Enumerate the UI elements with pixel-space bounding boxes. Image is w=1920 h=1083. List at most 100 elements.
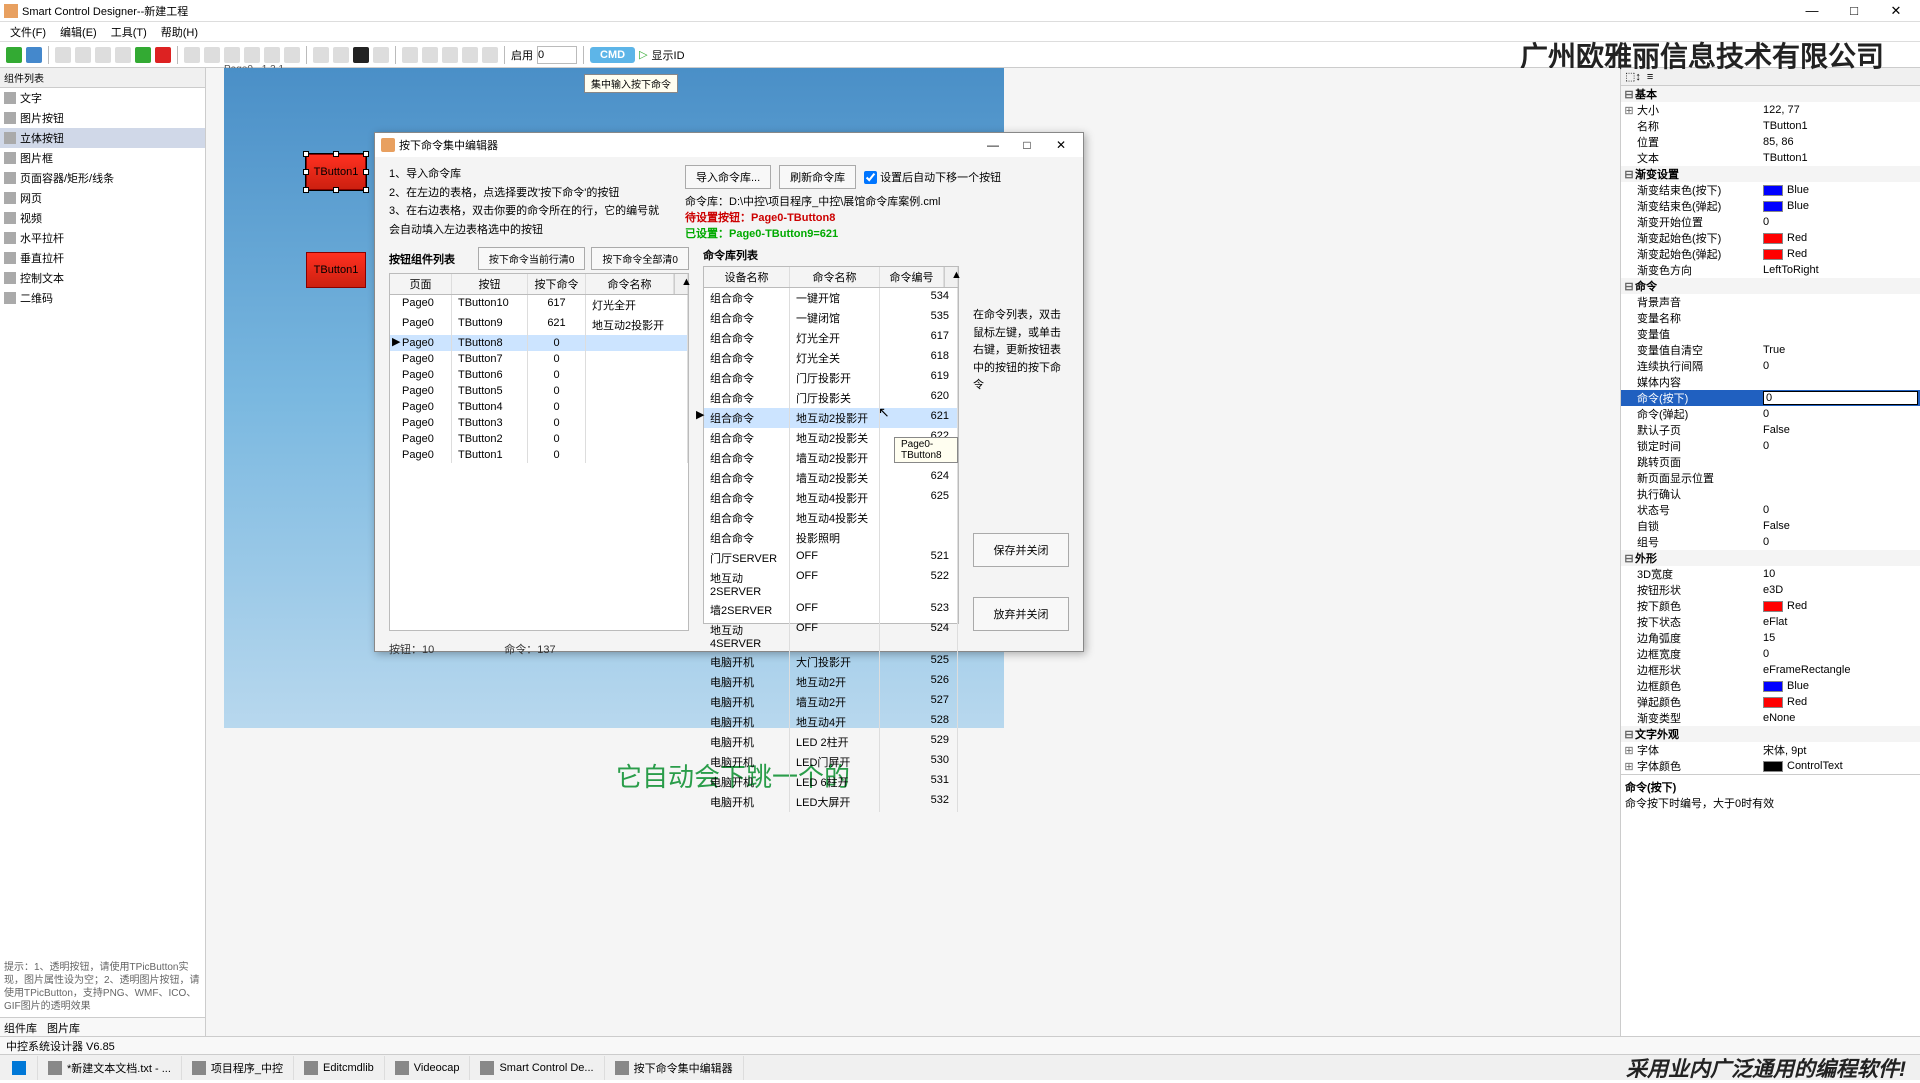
prop-row[interactable]: 渐变起始色(弹起)Red <box>1621 246 1920 262</box>
prop-row[interactable]: 边框形状eFrameRectangle <box>1621 662 1920 678</box>
prop-row[interactable]: 自锁False <box>1621 518 1920 534</box>
menu-file[interactable]: 文件(F) <box>4 22 52 42</box>
prop-row[interactable]: 锁定时间0 <box>1621 438 1920 454</box>
play-icon[interactable]: ▷ <box>639 48 647 61</box>
command-row[interactable]: ▶组合命令地互动2投影开621 <box>704 408 958 428</box>
tb-cut-icon[interactable] <box>75 47 91 63</box>
prop-row[interactable]: 背景声音 <box>1621 294 1920 310</box>
prop-row[interactable]: 媒体内容 <box>1621 374 1920 390</box>
maximize-button[interactable]: □ <box>1834 1 1874 21</box>
prop-row[interactable]: 渐变类型eNone <box>1621 710 1920 726</box>
tb-align5-icon[interactable] <box>284 47 300 63</box>
start-button[interactable] <box>0 1056 38 1080</box>
taskbar-item[interactable]: *新建文本文档.txt - ... <box>38 1056 182 1080</box>
prop-category[interactable]: ⊟基本 <box>1621 86 1920 102</box>
prop-row[interactable]: 变量值自清空True <box>1621 342 1920 358</box>
prop-row[interactable]: 3D宽度10 <box>1621 566 1920 582</box>
import-lib-button[interactable]: 导入命令库... <box>685 165 771 189</box>
prop-row[interactable]: 执行确认 <box>1621 486 1920 502</box>
tb-align4-icon[interactable] <box>264 47 280 63</box>
command-row[interactable]: 电脑开机墙互动2开527 <box>704 692 958 712</box>
command-row[interactable]: 电脑开机LED 6柱开531 <box>704 772 958 792</box>
command-row[interactable]: 组合命令地互动4投影关 <box>704 508 958 528</box>
tb-htick-icon[interactable] <box>402 47 418 63</box>
command-row[interactable]: 地互动2SERVEROFF522 <box>704 568 958 600</box>
prop-row[interactable]: ⊞大小122, 77 <box>1621 102 1920 118</box>
tb-align-icon[interactable] <box>204 47 220 63</box>
prop-row[interactable]: 状态号0 <box>1621 502 1920 518</box>
prop-row[interactable]: 渐变结束色(按下)Blue <box>1621 182 1920 198</box>
button-row[interactable]: ▶Page0TButton80 <box>390 335 688 351</box>
command-row[interactable]: 组合命令投影照明 <box>704 528 958 548</box>
prop-row[interactable]: 名称TButton1 <box>1621 118 1920 134</box>
dialog-maximize[interactable]: □ <box>1011 134 1043 156</box>
menu-help[interactable]: 帮助(H) <box>155 22 204 42</box>
tb-card-icon[interactable] <box>482 47 498 63</box>
button-row[interactable]: Page0TButton40 <box>390 399 688 415</box>
tb-paste-icon[interactable] <box>115 47 131 63</box>
prop-row[interactable]: 连续执行间隔0 <box>1621 358 1920 374</box>
tb-enable-input[interactable] <box>537 46 577 64</box>
cmd-button[interactable]: CMD <box>590 47 635 63</box>
command-row[interactable]: 电脑开机地互动4开528 <box>704 712 958 732</box>
prop-row[interactable]: 命令(按下)0 <box>1621 390 1920 406</box>
prop-row[interactable]: 渐变开始位置0 <box>1621 214 1920 230</box>
tb-new-icon[interactable] <box>6 47 22 63</box>
command-row[interactable]: 组合命令一键闭馆535 <box>704 308 958 328</box>
close-button[interactable]: ✕ <box>1876 1 1916 21</box>
tb-line-icon[interactable] <box>373 47 389 63</box>
button-row[interactable]: Page0TButton20 <box>390 431 688 447</box>
button-row[interactable]: Page0TButton30 <box>390 415 688 431</box>
tb-ungroup-icon[interactable] <box>333 47 349 63</box>
tb-align2-icon[interactable] <box>224 47 240 63</box>
prop-category[interactable]: ⊟渐变设置 <box>1621 166 1920 182</box>
taskbar-item[interactable]: Videocap <box>385 1056 471 1080</box>
command-row[interactable]: 电脑开机地互动2开526 <box>704 672 958 692</box>
taskbar-item[interactable]: Editcmdlib <box>294 1056 385 1080</box>
tb-list-icon[interactable] <box>442 47 458 63</box>
menu-edit[interactable]: 编辑(E) <box>54 22 103 42</box>
clear-all-button[interactable]: 按下命令全部清0 <box>591 247 689 270</box>
prop-row[interactable]: 渐变色方向LeftToRight <box>1621 262 1920 278</box>
component-item[interactable]: 视频 <box>0 208 205 228</box>
component-item[interactable]: 页面容器/矩形/线条 <box>0 168 205 188</box>
component-item[interactable]: 文字 <box>0 88 205 108</box>
prop-row[interactable]: 组号0 <box>1621 534 1920 550</box>
taskbar-item[interactable]: 项目程序_中控 <box>182 1056 294 1080</box>
minimize-button[interactable]: — <box>1792 1 1832 21</box>
component-item[interactable]: 网页 <box>0 188 205 208</box>
component-item[interactable]: 垂直拉杆 <box>0 248 205 268</box>
command-row[interactable]: 墙2SERVEROFF523 <box>704 600 958 620</box>
prop-row[interactable]: 渐变结束色(弹起)Blue <box>1621 198 1920 214</box>
prop-row[interactable]: 弹起颜色Red <box>1621 694 1920 710</box>
clear-current-button[interactable]: 按下命令当前行清0 <box>478 247 586 270</box>
save-close-button[interactable]: 保存并关闭 <box>973 533 1069 567</box>
tb-open-icon[interactable] <box>26 47 42 63</box>
tb-dist-icon[interactable] <box>422 47 438 63</box>
prop-row[interactable]: 按钮形状e3D <box>1621 582 1920 598</box>
prop-row[interactable]: 新页面显示位置 <box>1621 470 1920 486</box>
prop-category[interactable]: ⊟命令 <box>1621 278 1920 294</box>
prop-row[interactable]: 边框颜色Blue <box>1621 678 1920 694</box>
prop-row[interactable]: 边框宽度0 <box>1621 646 1920 662</box>
tb-delete-icon[interactable] <box>155 47 171 63</box>
button-row[interactable]: Page0TButton10 <box>390 447 688 463</box>
prop-row[interactable]: 按下颜色Red <box>1621 598 1920 614</box>
prop-row[interactable]: 位置85, 86 <box>1621 134 1920 150</box>
command-row[interactable]: 组合命令墙互动2投影关624 <box>704 468 958 488</box>
prop-row[interactable]: 变量值 <box>1621 326 1920 342</box>
prop-category[interactable]: ⊟外形 <box>1621 550 1920 566</box>
prop-row[interactable]: 渐变起始色(按下)Red <box>1621 230 1920 246</box>
menu-tools[interactable]: 工具(T) <box>105 22 153 42</box>
component-item[interactable]: 图片按钮 <box>0 108 205 128</box>
prop-row[interactable]: ⊞字体颜色ControlText <box>1621 758 1920 774</box>
button-row[interactable]: Page0TButton70 <box>390 351 688 367</box>
tab-images[interactable]: 图片库 <box>47 1020 80 1036</box>
prop-row[interactable]: 跳转页面 <box>1621 454 1920 470</box>
component-item[interactable]: 图片框 <box>0 148 205 168</box>
prop-row[interactable]: 命令(弹起)0 <box>1621 406 1920 422</box>
prop-row[interactable]: 边角弧度15 <box>1621 630 1920 646</box>
command-row[interactable]: 组合命令灯光全开617 <box>704 328 958 348</box>
tb-bars-icon[interactable] <box>462 47 478 63</box>
command-row[interactable]: 组合命令门厅投影关620 <box>704 388 958 408</box>
